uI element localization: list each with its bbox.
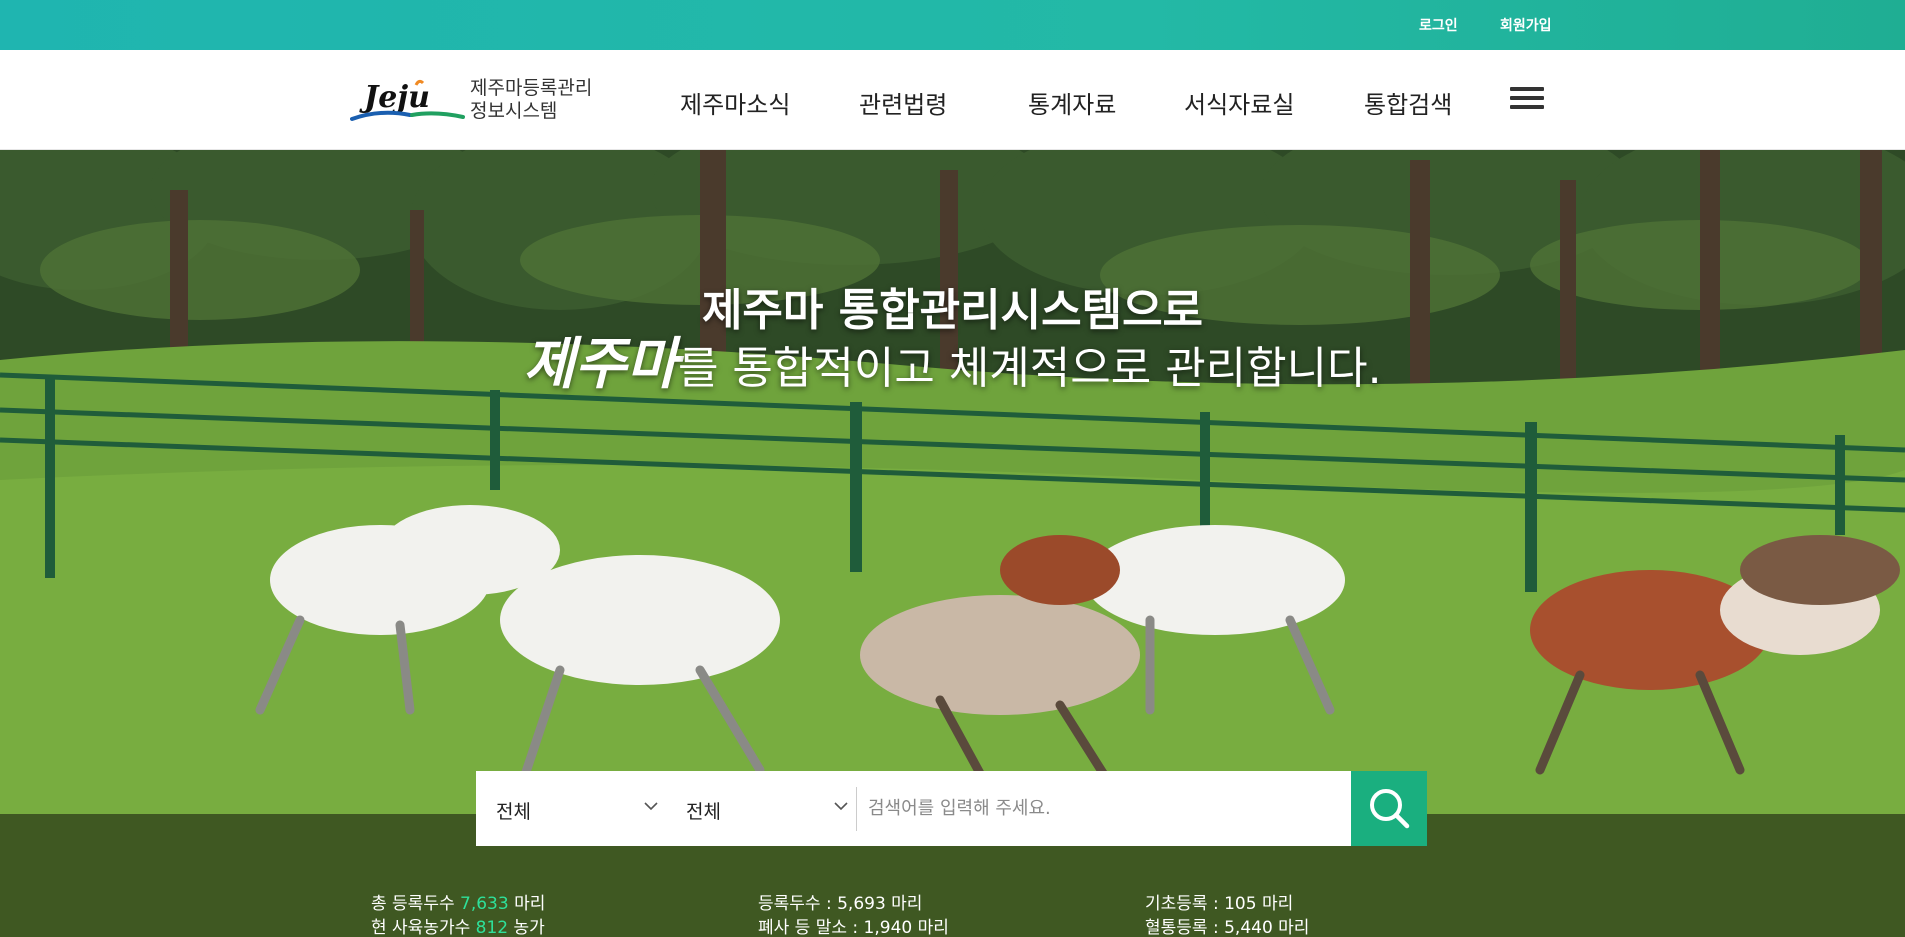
login-link[interactable]: 로그인	[1419, 15, 1458, 35]
logo-line-1: 제주마등록관리	[470, 77, 593, 99]
stat-farm-count: 현 사육농가수 812 농가	[371, 918, 545, 937]
search-input[interactable]	[868, 771, 1326, 846]
logo-text: 제주마등록관리 정보시스템	[470, 77, 592, 123]
headline-line-2: 제주마를 통합적이고 체계적으로 관리합니다.	[0, 336, 1905, 396]
headline-line-2-rest: 를 통합적이고 체계적으로 관리합니다.	[677, 343, 1382, 394]
chevron-down-icon	[644, 802, 658, 811]
search-bar: 전체 전체	[476, 771, 1427, 846]
site-logo[interactable]: Jeju 제주마등록관리 정보시스템	[350, 77, 600, 127]
stat-registered: 등록두수 : 5,693 마리	[758, 894, 923, 914]
header: Jeju 제주마등록관리 정보시스템 제주마소식 관련법령 통계자료 서식자료실…	[0, 50, 1905, 150]
stat-total-horses: 총 등록두수 7,633 마리	[371, 894, 546, 914]
category-select-1-value: 전체	[496, 801, 531, 823]
hero-banner: 제주마 통합관리시스템으로 제주마를 통합적이고 체계적으로 관리합니다. 총 …	[0, 150, 1905, 937]
search-divider	[856, 787, 857, 831]
svg-text:Jeju: Jeju	[359, 80, 430, 115]
hero-headline: 제주마 통합관리시스템으로 제주마를 통합적이고 체계적으로 관리합니다.	[0, 285, 1905, 396]
category-select-1[interactable]: 전체	[496, 771, 666, 846]
category-select-2[interactable]: 전체	[686, 771, 856, 846]
stat-basic-registration: 기초등록 : 105 마리	[1145, 894, 1294, 914]
logo-line-2: 정보시스템	[470, 100, 558, 122]
nav-statistics[interactable]: 통계자료	[1028, 85, 1116, 120]
nav-forms[interactable]: 서식자료실	[1184, 85, 1294, 120]
stat-pedigree-registration: 혈통등록 : 5,440 마리	[1145, 918, 1310, 937]
search-button[interactable]	[1351, 771, 1427, 846]
headline-brush-text: 제주마	[523, 331, 678, 397]
top-bar: 로그인 회원가입	[0, 0, 1905, 50]
menu-icon[interactable]	[1510, 87, 1544, 111]
join-link[interactable]: 회원가입	[1500, 15, 1552, 35]
nav-laws[interactable]: 관련법령	[859, 85, 947, 120]
stat-cancelled: 폐사 등 말소 : 1,940 마리	[758, 918, 949, 937]
nav-news[interactable]: 제주마소식	[680, 85, 790, 120]
chevron-down-icon	[834, 802, 848, 811]
category-select-2-value: 전체	[686, 801, 721, 823]
search-icon	[1370, 789, 1410, 829]
headline-line-1: 제주마 통합관리시스템으로	[701, 285, 1204, 336]
jeju-logo-icon: Jeju	[350, 79, 465, 121]
nav-search[interactable]: 통합검색	[1364, 85, 1452, 120]
